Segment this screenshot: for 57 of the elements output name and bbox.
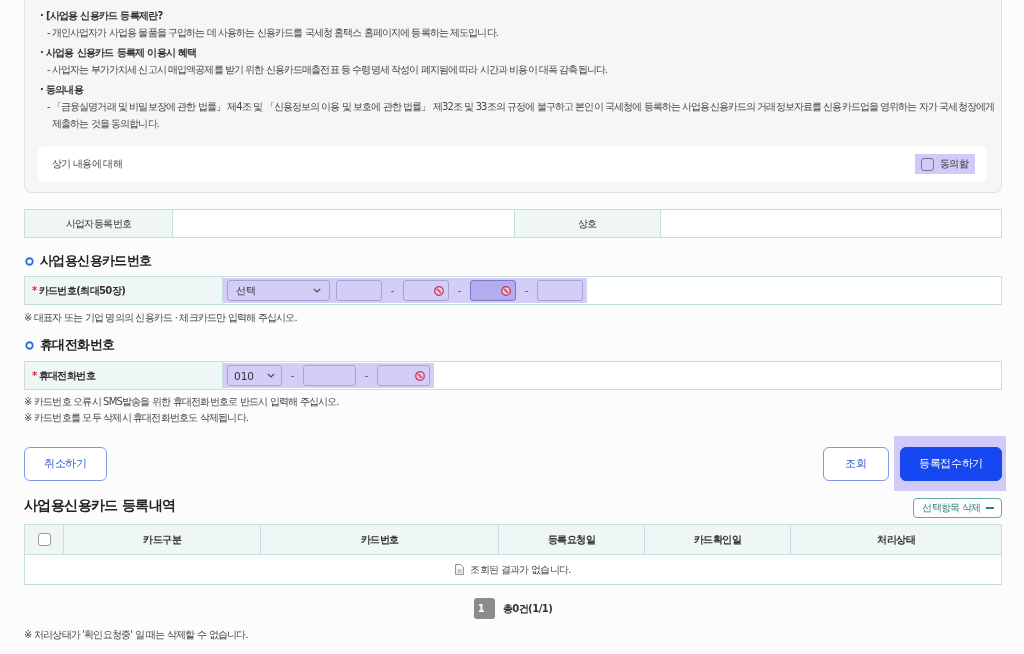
input-field[interactable] bbox=[303, 365, 356, 386]
section-heading: · 동의내용 bbox=[39, 83, 85, 97]
section-text: - 개인사업자가 사업용 물품을 구입하는 데 사용하는 신용카드를 국세청 홈택스 홈페이지에 등록하는 제도입니다. bbox=[46, 26, 499, 40]
section-text: - 사업자는 부가가치세 신고시 매입액공제를 받기 위한 신용카드매출전표 등 수령명세 작성이 폐지됨에 따라 시간과 비용이 대폭 감축됩니다. bbox=[46, 63, 609, 77]
note-text: ※ 카드번호 오류시 SMS발송을 위한 휴대전화번호로 반드시 입력해 주십시오. bbox=[24, 395, 340, 409]
note-text: ※ 대표자 또는 기업 명의의 신용카드 · 체크카드만 입력해 주십시오. bbox=[24, 311, 298, 325]
clear-icon[interactable] bbox=[501, 285, 511, 296]
required-mark: * bbox=[32, 285, 37, 296]
input-field[interactable] bbox=[403, 280, 449, 301]
column-header: 카드구분 bbox=[64, 525, 261, 554]
outline-button[interactable]: 조회 bbox=[823, 447, 889, 481]
note-text: ※ 처리상태가 '확인요청중' 일 때는 삭제할 수 없습니다. bbox=[24, 628, 249, 642]
field-label: 사업자등록번호 bbox=[25, 210, 173, 237]
outline-button[interactable]: 취소하기 bbox=[24, 447, 107, 481]
required-mark: * bbox=[32, 370, 37, 381]
clear-icon[interactable] bbox=[434, 285, 444, 296]
column-header: 카드번호 bbox=[261, 525, 499, 554]
checkbox[interactable] bbox=[37, 533, 51, 546]
input-field[interactable] bbox=[377, 365, 430, 386]
dropdown[interactable]: 010 bbox=[227, 365, 282, 386]
checkbox[interactable] bbox=[920, 157, 934, 171]
field-label: 휴대전화번호 bbox=[38, 368, 96, 383]
empty-message: 조회된 결과가 없습니다. bbox=[470, 562, 571, 577]
clear-icon[interactable] bbox=[415, 370, 425, 381]
dropdown[interactable]: 선택 bbox=[227, 280, 330, 301]
note-text: ※ 카드번호를 모두 삭제시 휴대전화번호도 삭제됩니다. bbox=[24, 411, 250, 425]
document-icon bbox=[455, 564, 465, 575]
input-field[interactable] bbox=[470, 280, 516, 301]
agree-prompt: 상기 내용에 대해 bbox=[52, 157, 123, 171]
primary-button[interactable]: 등록접수하기 bbox=[900, 447, 1002, 481]
dash-separator: - bbox=[289, 370, 296, 381]
agree-option[interactable]: 동의함 bbox=[914, 154, 975, 174]
page-button[interactable]: 1 bbox=[473, 598, 495, 619]
column-header: 처리상태 bbox=[876, 532, 916, 547]
chevron-icon bbox=[313, 288, 321, 293]
bullet-icon bbox=[25, 340, 34, 350]
section-title: 사업용신용카드 등록내역 bbox=[24, 497, 176, 515]
field-label: 상호 bbox=[515, 210, 661, 237]
dash-separator: - bbox=[523, 285, 530, 296]
minus-icon bbox=[986, 507, 994, 509]
dash-separator: - bbox=[363, 370, 370, 381]
bullet-icon bbox=[25, 256, 34, 266]
chevron-icon bbox=[267, 373, 275, 378]
section-title: 사업용신용카드번호 bbox=[40, 252, 152, 270]
section-heading: · 사업용 신용카드 등록제 이용시 혜택 bbox=[39, 46, 198, 60]
section-title: 휴대전화번호 bbox=[40, 336, 115, 354]
input-field[interactable] bbox=[537, 280, 583, 301]
dash-separator: - bbox=[456, 285, 463, 296]
input-field[interactable] bbox=[336, 280, 382, 301]
field-label: 카드번호(최대50장) bbox=[38, 283, 126, 298]
column-header: 카드확인일 bbox=[645, 525, 791, 554]
delete-button[interactable]: 선택항목 삭제 bbox=[913, 498, 1002, 518]
page-summary: 총0건(1/1) bbox=[502, 601, 553, 616]
column-header: 등록요청일 bbox=[499, 525, 645, 554]
dash-separator: - bbox=[389, 285, 396, 296]
section-heading: · [사업용 신용카드 등록제란? bbox=[39, 9, 164, 23]
section-text: - 「금융실명거래 및 비밀보장에 관한 법률」 제4조 및 「신용정보의 이용 및 보호에 관한 법률」 제32조 및 33조의 규정에 불구하고 본인이 국세청에 등록하는 사업용신용카드의 거래정보자료를 신용카드업을 영위하는 자가 국세청장에게 제출하는 것을 동의합니다. bbox=[46, 100, 995, 131]
